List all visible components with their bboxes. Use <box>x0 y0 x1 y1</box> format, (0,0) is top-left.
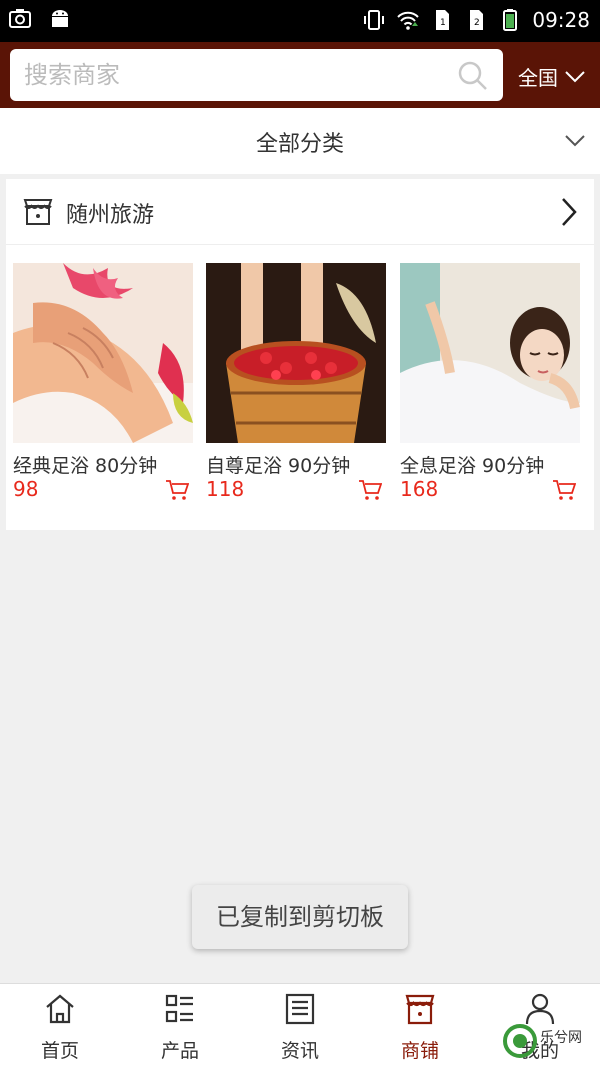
shop-header[interactable]: 随州旅游 <box>6 179 594 245</box>
user-icon <box>525 993 555 1025</box>
search-input[interactable] <box>24 57 444 93</box>
product-name: 经典足浴 80分钟 <box>13 455 158 477</box>
sim2-icon: 2 <box>470 10 484 30</box>
product-price: 168 <box>400 477 439 501</box>
product-item[interactable]: 全息足浴 90分钟 168 <box>400 263 580 513</box>
nav-item-home[interactable]: 首页 <box>0 984 120 1067</box>
product-name: 全息足浴 90分钟 <box>400 455 545 477</box>
svg-text:2: 2 <box>474 18 480 28</box>
android-icon <box>52 10 68 27</box>
shop-name: 随州旅游 <box>66 203 155 228</box>
nav-item-news[interactable]: 资讯 <box>240 984 360 1067</box>
watermark-logo: 乐兮网 <box>502 1023 598 1063</box>
watermark-icon <box>503 1024 537 1058</box>
region-selector[interactable]: 全国 <box>518 62 586 91</box>
product-image[interactable] <box>13 263 193 443</box>
product-item[interactable]: 经典足浴 80分钟 98 <box>13 263 193 513</box>
wifi-icon <box>397 11 420 30</box>
cart-icon[interactable] <box>165 479 189 501</box>
header-bar: 全国 <box>0 42 600 108</box>
search-icon[interactable] <box>457 60 489 92</box>
product-item[interactable]: 自尊足浴 90分钟 118 <box>206 263 386 513</box>
store-icon <box>405 994 435 1025</box>
product-image[interactable] <box>400 263 580 443</box>
clock: 09:28 <box>532 8 590 32</box>
svg-text:1: 1 <box>440 18 446 28</box>
product-price: 98 <box>13 477 39 501</box>
cart-icon[interactable] <box>552 479 576 501</box>
shop-card: 随州旅游 经典足浴 80分钟 98 自尊足浴 90分钟 118 全息足浴 90分… <box>6 179 594 530</box>
vibrate-icon <box>364 10 385 30</box>
product-price: 118 <box>206 477 245 501</box>
sim1-icon: 1 <box>436 10 450 30</box>
toast-message: 已复制到剪切板 <box>192 885 408 949</box>
nav-item-store[interactable]: 商铺 <box>360 984 480 1067</box>
chevron-right-icon[interactable] <box>558 196 580 228</box>
watermark-text: 乐兮网 <box>540 1030 582 1046</box>
category-filter[interactable]: 全部分类 <box>0 108 600 174</box>
chevron-down-icon[interactable] <box>564 130 586 152</box>
screenshot-icon <box>9 9 31 28</box>
store-icon <box>23 199 53 225</box>
cart-icon[interactable] <box>358 479 382 501</box>
nav-label: 首页 <box>40 1040 79 1062</box>
home-icon <box>46 994 74 1024</box>
nav-label: 产品 <box>160 1040 199 1062</box>
chevron-down-icon <box>565 70 585 82</box>
list-icon <box>165 994 193 1023</box>
nav-item-products[interactable]: 产品 <box>120 984 240 1067</box>
nav-label: 商铺 <box>400 1040 439 1062</box>
region-label: 全国 <box>518 66 558 90</box>
product-name: 自尊足浴 90分钟 <box>206 455 351 477</box>
status-bar: 1 2 09:28 <box>0 0 600 42</box>
search-box[interactable] <box>10 49 503 101</box>
category-title: 全部分类 <box>255 132 344 157</box>
nav-label: 资讯 <box>280 1040 319 1062</box>
news-icon <box>285 993 315 1025</box>
battery-icon <box>503 9 518 31</box>
product-image[interactable] <box>206 263 386 443</box>
